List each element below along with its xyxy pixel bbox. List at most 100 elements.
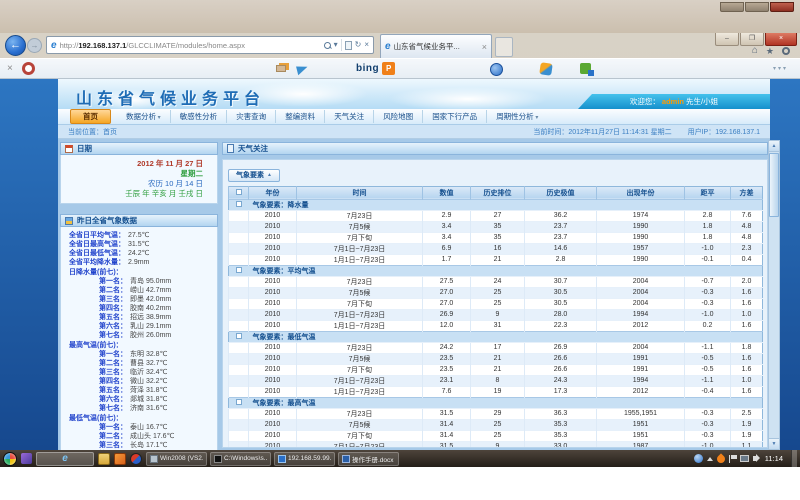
url-text[interactable]: http://192.168.137.1/GLCCLIMATE/modules/… — [60, 41, 321, 50]
table-row[interactable]: 20107月下旬31.42535.31951-0.31.9 — [229, 430, 763, 441]
close-icon[interactable] — [770, 2, 794, 12]
rank-item: 第一名：青岛 95.0mm — [69, 277, 209, 286]
table-row[interactable]: 20107月5候31.42535.31951-0.31.9 — [229, 419, 763, 430]
cards-icon[interactable] — [276, 65, 286, 72]
puzzle-icon[interactable] — [580, 63, 591, 74]
action-center-flag-icon[interactable] — [729, 455, 736, 463]
media-app-icon[interactable] — [130, 453, 142, 465]
table-row[interactable]: 20107月5候23.52126.61991-0.51.6 — [229, 353, 763, 364]
rank-label: 第二名： — [69, 359, 127, 368]
rank-item: 第二名：崂山 42.7mm — [69, 286, 209, 295]
nav-item-disaster-query[interactable]: 灾害查询 — [227, 110, 276, 123]
table-cell: 1.6 — [731, 386, 763, 397]
element-filter-button[interactable]: 气象要素 ▲ — [228, 169, 280, 182]
table-cell: 17.3 — [525, 386, 597, 397]
tray-app-icon[interactable] — [694, 454, 703, 463]
table-row[interactable]: 20107月23日27.52430.72004-0.72.0 — [229, 276, 763, 287]
stop-icon[interactable]: × — [364, 41, 369, 49]
gear-icon[interactable] — [782, 47, 790, 55]
nav-item-compiled-data[interactable]: 整编资料 — [276, 110, 325, 123]
vertical-scrollbar[interactable]: ▲ ▼ — [768, 140, 780, 450]
chevron-down-icon[interactable]: ▾ — [334, 41, 338, 49]
nav-item-risk-map[interactable]: 风险地图 — [374, 110, 423, 123]
taskbar-button[interactable]: 192.168.59.99... — [274, 452, 335, 466]
checkbox-icon[interactable] — [236, 333, 242, 339]
taskbar-button[interactable]: Win2008 (VS2... — [146, 452, 207, 466]
compatibility-view-icon[interactable] — [345, 41, 352, 50]
table-cell: 1957 — [597, 243, 685, 254]
new-tab-button[interactable] — [495, 37, 513, 57]
minimize-icon[interactable] — [720, 2, 744, 12]
checkbox-icon[interactable] — [236, 201, 242, 207]
user-ip: 用户IP：192.168.137.1 — [688, 127, 760, 137]
bing-p-badge-icon: P — [382, 62, 395, 75]
table-row[interactable]: 20107月1日~7月23日23.1824.31994-1.11.0 — [229, 375, 763, 386]
rank-label: 第四名： — [69, 304, 127, 313]
scrollbar-thumb[interactable] — [769, 153, 779, 217]
table-row[interactable]: 20101月1日~7月23日1.7212.81990-0.10.4 — [229, 254, 763, 265]
table-row[interactable]: 20107月下旬27.02530.52004-0.31.6 — [229, 298, 763, 309]
table-row[interactable]: 20107月23日2.92736.219742.87.6 — [229, 210, 763, 221]
search-icon[interactable] — [324, 42, 331, 49]
quick-launch-icon[interactable] — [21, 453, 32, 464]
toolbar-close-icon[interactable]: × — [7, 63, 13, 74]
rank-item: 第四名：微山 32.2℃ — [69, 377, 209, 386]
table-row[interactable]: 20101月1日~7月23日12.03122.320120.21.6 — [229, 320, 763, 331]
home-icon[interactable]: ⌂ — [752, 46, 758, 56]
refresh-icon[interactable]: ↻ — [355, 41, 362, 49]
forward-button[interactable]: → — [27, 38, 42, 53]
url-bar[interactable]: e http://192.168.137.1/GLCCLIMATE/module… — [46, 36, 374, 54]
table-row[interactable]: 20101月1日~7月23日7.61917.32012-0.41.6 — [229, 386, 763, 397]
app-badge-icon[interactable] — [490, 63, 503, 76]
nav-item-home[interactable]: 首页 — [70, 109, 111, 124]
table-row[interactable]: 20107月1日~7月23日26.9928.01994-1.01.0 — [229, 309, 763, 320]
tray-flame-icon[interactable] — [715, 453, 726, 464]
checkbox-icon[interactable] — [236, 189, 242, 195]
browser-tab[interactable]: e 山东省气候业务平... × — [380, 34, 492, 58]
taskbar-clock[interactable]: 11:14 — [761, 454, 787, 463]
table-row[interactable]: 20107月下旬23.52126.61991-0.51.6 — [229, 364, 763, 375]
nav-item-national-products[interactable]: 国家下行产品 — [423, 110, 487, 123]
table-row[interactable]: 20107月5候27.02530.52004-0.31.6 — [229, 287, 763, 298]
back-button[interactable]: ← — [5, 35, 26, 56]
taskbar-button[interactable]: C:\Windows\s... — [210, 452, 271, 466]
show-desktop-button[interactable] — [791, 450, 797, 467]
table-cell: 1.6 — [731, 320, 763, 331]
send-icon[interactable] — [296, 64, 309, 75]
bing-logo[interactable]: bing P — [356, 62, 395, 75]
table-row[interactable]: 20107月1日~7月23日31.5933.01987-1.01.1 — [229, 441, 763, 448]
taskbar-ie-button[interactable]: e — [36, 452, 94, 466]
toolbar-compass-icon[interactable] — [22, 62, 35, 75]
orange-app-icon[interactable] — [114, 453, 126, 465]
checkbox-icon[interactable] — [236, 399, 242, 405]
column-header: 出现年份 — [597, 186, 685, 199]
table-row[interactable]: 20107月5候3.43523.719901.84.8 — [229, 221, 763, 232]
more-icon[interactable]: ▾▾▾ — [773, 65, 788, 72]
table-row[interactable]: 20107月23日24.21726.92004-1.11.8 — [229, 342, 763, 353]
row-checkbox-cell — [229, 419, 249, 430]
taskbar-button[interactable]: 操作手册.docx ... — [338, 452, 399, 466]
rank-label: 第一名： — [69, 350, 127, 359]
nav-item-weather-watch[interactable]: 天气关注 — [325, 110, 374, 123]
folder-icon[interactable] — [98, 453, 110, 465]
minimize-icon[interactable]: – — [715, 33, 739, 46]
checkbox-icon[interactable] — [236, 267, 242, 273]
nav-item-data-analysis[interactable]: 数据分析 ▾ — [117, 110, 171, 123]
maximize-icon[interactable] — [745, 2, 769, 12]
table-cell: 23.5 — [423, 364, 471, 375]
tray-expand-icon[interactable] — [707, 457, 713, 461]
app-colorful-icon[interactable] — [539, 62, 553, 76]
volume-icon[interactable] — [753, 456, 757, 461]
network-icon[interactable] — [740, 455, 749, 462]
close-icon[interactable]: × — [765, 33, 797, 46]
favorites-icon[interactable]: ★ — [766, 46, 774, 56]
nav-item-periodic-analysis[interactable]: 周期性分析 ▾ — [487, 110, 547, 123]
tab-close-icon[interactable]: × — [482, 42, 487, 52]
table-row[interactable]: 20107月1日~7月23日6.91614.61957-1.02.3 — [229, 243, 763, 254]
table-row[interactable]: 20107月下旬3.43523.719901.84.8 — [229, 232, 763, 243]
scroll-up-icon[interactable]: ▲ — [769, 141, 779, 152]
scroll-down-icon[interactable]: ▼ — [769, 438, 779, 449]
table-row[interactable]: 20107月23日31.52936.31955,1951-0.32.5 — [229, 408, 763, 419]
start-button[interactable] — [3, 452, 17, 466]
nav-item-sensitivity-analysis[interactable]: 敏感性分析 — [171, 110, 228, 123]
